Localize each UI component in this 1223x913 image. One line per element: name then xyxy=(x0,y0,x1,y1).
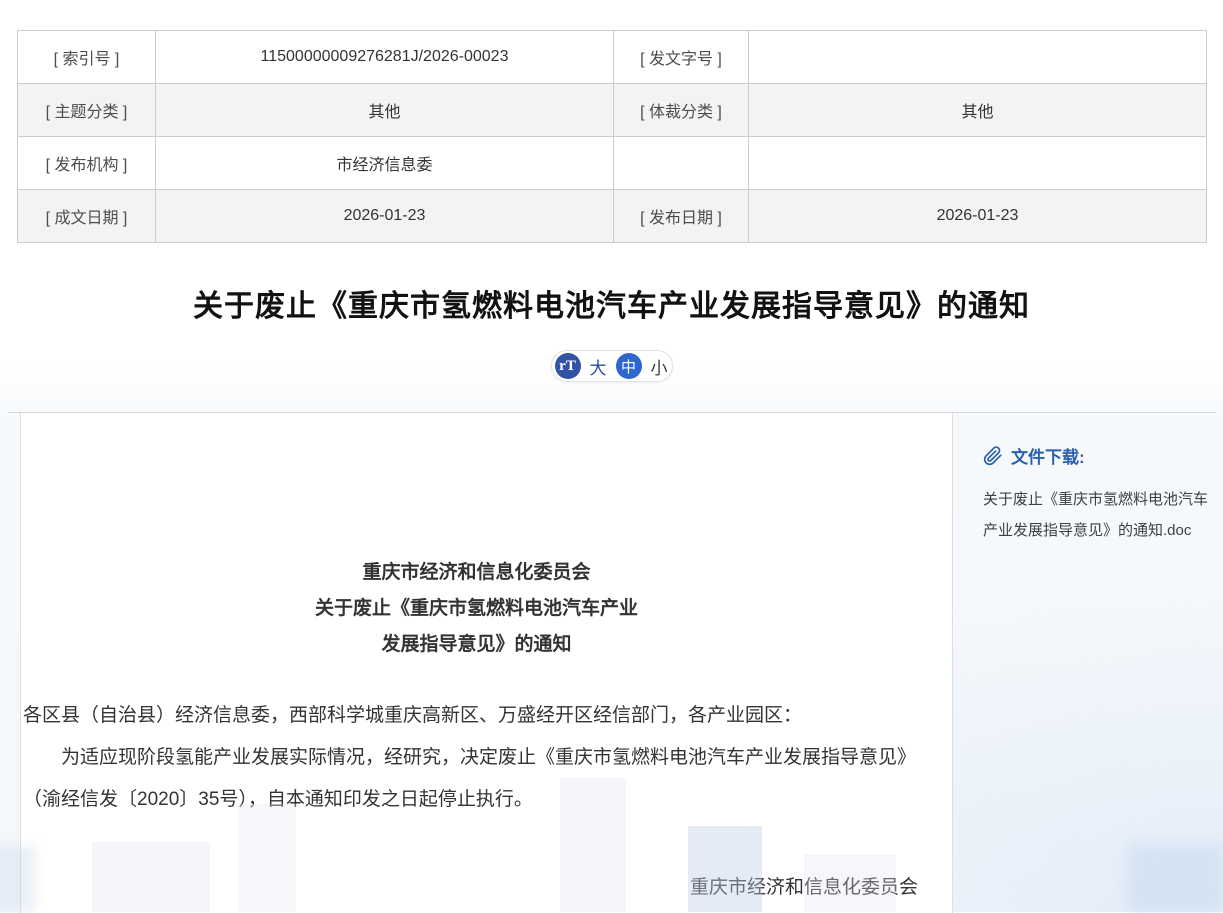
main-container: 重庆市经济和信息化委员会 关于废止《重庆市氢燃料电池汽车产业 发展指导意见》的通… xyxy=(8,412,1216,913)
meta-label-publish-date: [ 发布日期 ] xyxy=(614,190,749,243)
article-content-box: 重庆市经济和信息化委员会 关于废止《重庆市氢燃料电池汽车产业 发展指导意见》的通… xyxy=(20,413,953,913)
meta-label-issuing-agency: [ 发布机构 ] xyxy=(18,137,156,190)
table-row: [ 索引号 ] 11500000009276281J/2026-00023 [ … xyxy=(18,31,1207,84)
article-paragraph: 各区县（自治县）经济信息委，西部科学城重庆高新区、万盛经开区经信部门，各产业园区… xyxy=(23,695,930,737)
article-heading-line3: 发展指导意见》的通知 xyxy=(23,627,930,663)
table-row: [ 发布机构 ] 市经济信息委 xyxy=(18,137,1207,190)
article-heading: 重庆市经济和信息化委员会 关于废止《重庆市氢燃料电池汽车产业 发展指导意见》的通… xyxy=(23,555,930,663)
meta-value-written-date: 2026-01-23 xyxy=(156,190,614,243)
document-meta-table: [ 索引号 ] 11500000009276281J/2026-00023 [ … xyxy=(17,30,1207,243)
meta-label-index-no: [ 索引号 ] xyxy=(18,31,156,84)
download-file-link[interactable]: 关于废止《重庆市氢燃料电池汽车产业发展指导意见》的通知.doc xyxy=(983,484,1215,546)
article-paragraph: 为适应现阶段氢能产业发展实际情况，经研究，决定废止《重庆市氢燃料电池汽车产业发展… xyxy=(23,737,930,821)
table-row: [ 成文日期 ] 2026-01-23 [ 发布日期 ] 2026-01-23 xyxy=(18,190,1207,243)
download-header: 文件下载: xyxy=(983,443,1223,468)
article-heading-line2: 关于废止《重庆市氢燃料电池汽车产业 xyxy=(23,591,930,627)
meta-label-topic-class: [ 主题分类 ] xyxy=(18,84,156,137)
meta-label-doc-no: [ 发文字号 ] xyxy=(614,31,749,84)
meta-label-written-date: [ 成文日期 ] xyxy=(18,190,156,243)
table-row: [ 主题分类 ] 其他 [ 体裁分类 ] 其他 xyxy=(18,84,1207,137)
font-size-small-button[interactable]: 小 xyxy=(651,354,668,379)
font-size-icon[interactable]: rT xyxy=(555,353,581,379)
font-size-large-button[interactable]: 大 xyxy=(590,354,607,379)
meta-value-publish-date: 2026-01-23 xyxy=(749,190,1207,243)
article-heading-line1: 重庆市经济和信息化委员会 xyxy=(23,555,930,591)
font-size-medium-button[interactable]: 中 xyxy=(616,353,642,379)
article-signature: 重庆市经济和信息化委员会 xyxy=(23,867,930,909)
download-section-title: 文件下载: xyxy=(1011,443,1085,468)
meta-label-empty xyxy=(614,137,749,190)
font-size-controls: rT 大 中 小 xyxy=(551,350,673,382)
meta-value-topic-class: 其他 xyxy=(156,84,614,137)
article-body: 各区县（自治县）经济信息委，西部科学城重庆高新区、万盛经开区经信部门，各产业园区… xyxy=(23,695,930,821)
paperclip-icon xyxy=(983,446,1003,466)
meta-value-doc-no xyxy=(749,31,1207,84)
page-title: 关于废止《重庆市氢燃料电池汽车产业发展指导意见》的通知 xyxy=(0,281,1223,325)
meta-label-genre-class: [ 体裁分类 ] xyxy=(614,84,749,137)
meta-value-index-no: 11500000009276281J/2026-00023 xyxy=(156,31,614,84)
meta-value-empty xyxy=(749,137,1207,190)
meta-value-genre-class: 其他 xyxy=(749,84,1207,137)
download-sidebar: 文件下载: 关于废止《重庆市氢燃料电池汽车产业发展指导意见》的通知.doc xyxy=(953,413,1223,546)
meta-value-issuing-agency: 市经济信息委 xyxy=(156,137,614,190)
